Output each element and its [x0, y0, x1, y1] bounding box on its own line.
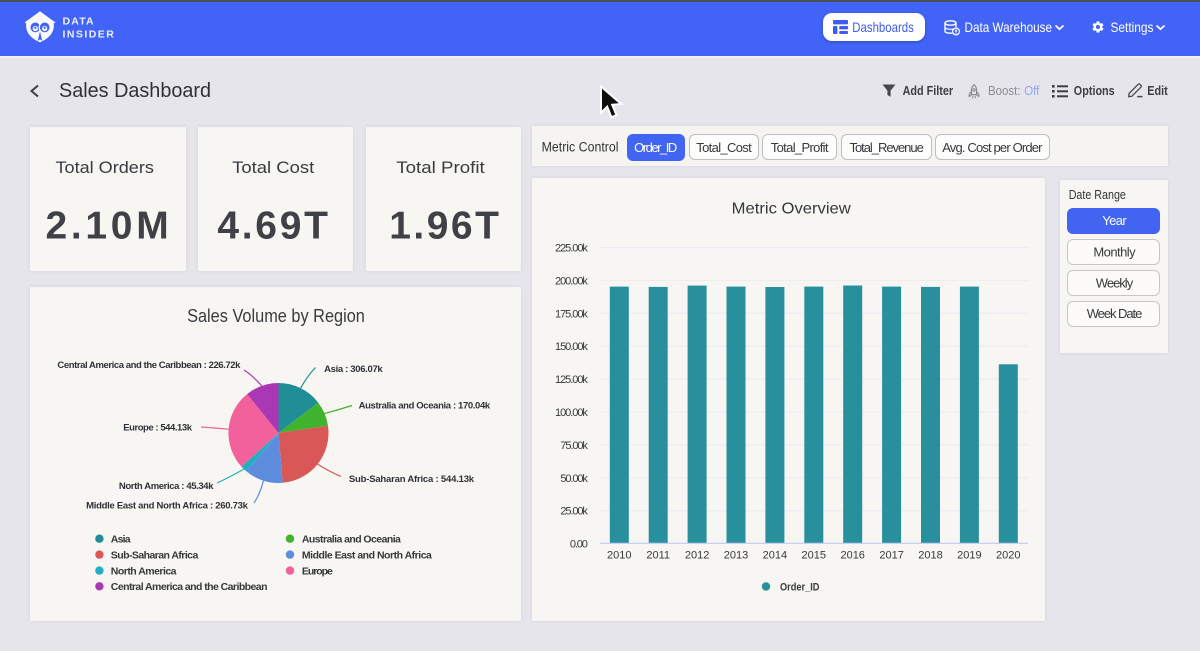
- svg-text:Total_Revenue: Total_Revenue: [850, 140, 924, 155]
- svg-text:Order_ID: Order_ID: [780, 581, 819, 593]
- svg-text:Order_ID: Order_ID: [634, 140, 677, 155]
- svg-text:Metric Overview: Metric Overview: [732, 200, 852, 217]
- svg-text:75.00k: 75.00k: [560, 440, 588, 452]
- svg-text:4.69T: 4.69T: [217, 205, 328, 248]
- svg-text:2.10M: 2.10M: [46, 205, 169, 248]
- svg-text:Central America and the Caribb: Central America and the Caribbean: [111, 581, 268, 593]
- svg-text:Europe : 544.13k: Europe : 544.13k: [123, 423, 193, 434]
- svg-text:Total_Cost: Total_Cost: [696, 140, 752, 155]
- svg-text:2020: 2020: [996, 550, 1020, 562]
- svg-text:Sales Volume by Region: Sales Volume by Region: [187, 305, 365, 326]
- svg-text:INSIDER: INSIDER: [63, 28, 115, 40]
- svg-text:50.00k: 50.00k: [560, 473, 588, 485]
- svg-text:150.00k: 150.00k: [555, 341, 588, 353]
- svg-text:Sub-Saharan Africa : 544.13k: Sub-Saharan Africa : 544.13k: [349, 474, 475, 485]
- svg-text:Middle East and North Africa :: Middle East and North Africa : 260.73k: [86, 500, 249, 511]
- svg-text:Monthly: Monthly: [1093, 245, 1136, 260]
- svg-text:200.00k: 200.00k: [555, 275, 588, 287]
- svg-text:Middle East and North Africa: Middle East and North Africa: [302, 549, 432, 561]
- svg-text:North America: North America: [111, 565, 177, 577]
- svg-text:225.00k: 225.00k: [555, 243, 588, 255]
- svg-text:100.00k: 100.00k: [555, 407, 588, 419]
- svg-text:2013: 2013: [724, 550, 748, 562]
- svg-text:1.96T: 1.96T: [389, 205, 499, 248]
- svg-text:2016: 2016: [840, 550, 864, 562]
- svg-text:Total_Profit: Total_Profit: [771, 140, 829, 155]
- svg-text:Data Warehouse: Data Warehouse: [965, 19, 1053, 35]
- svg-text:Date Range: Date Range: [1069, 187, 1126, 202]
- svg-text:0.00: 0.00: [570, 539, 588, 551]
- svg-text:2011: 2011: [646, 550, 670, 562]
- svg-text:Asia : 306.07k: Asia : 306.07k: [324, 364, 383, 375]
- svg-text:2018: 2018: [918, 550, 942, 562]
- svg-text:Year: Year: [1102, 213, 1127, 228]
- svg-text:Australia and Oceania : 170.04: Australia and Oceania : 170.04k: [359, 400, 491, 411]
- svg-text:Australia and Oceania: Australia and Oceania: [302, 534, 401, 546]
- svg-text:25.00k: 25.00k: [560, 506, 588, 518]
- svg-text:Metric Control: Metric Control: [542, 140, 619, 155]
- svg-text:Add Filter: Add Filter: [903, 84, 954, 98]
- svg-text:175.00k: 175.00k: [555, 308, 588, 320]
- svg-text:Sub-Saharan Africa: Sub-Saharan Africa: [111, 549, 199, 561]
- svg-text:Weekly: Weekly: [1096, 275, 1134, 290]
- svg-text:Total Profit: Total Profit: [396, 158, 485, 177]
- svg-text:Week Date: Week Date: [1087, 306, 1143, 321]
- svg-text:Boost:: Boost:: [988, 84, 1021, 98]
- svg-text:2015: 2015: [802, 550, 826, 562]
- svg-text:North America : 45.34k: North America : 45.34k: [119, 481, 214, 492]
- svg-text:Avg. Cost per Order: Avg. Cost per Order: [942, 140, 1043, 155]
- svg-text:125.00k: 125.00k: [555, 374, 588, 386]
- svg-text:Options: Options: [1074, 84, 1115, 98]
- svg-text:Sales Dashboard: Sales Dashboard: [59, 79, 211, 102]
- svg-text:2014: 2014: [763, 550, 787, 562]
- svg-text:Dashboards: Dashboards: [852, 19, 914, 35]
- svg-text:Settings: Settings: [1111, 19, 1154, 35]
- svg-text:2010: 2010: [607, 550, 631, 562]
- svg-text:2019: 2019: [957, 550, 981, 562]
- svg-text:2012: 2012: [685, 550, 709, 562]
- svg-text:Off: Off: [1024, 84, 1040, 98]
- svg-text:Total Orders: Total Orders: [56, 158, 154, 177]
- svg-text:Asia: Asia: [111, 534, 131, 546]
- svg-text:Central America and the Caribb: Central America and the Caribbean : 226.…: [57, 360, 241, 371]
- svg-text:DATA: DATA: [63, 15, 95, 27]
- svg-text:2017: 2017: [879, 550, 903, 562]
- svg-text:Edit: Edit: [1147, 84, 1168, 98]
- svg-text:Total Cost: Total Cost: [232, 158, 314, 177]
- svg-text:Europe: Europe: [302, 565, 333, 577]
